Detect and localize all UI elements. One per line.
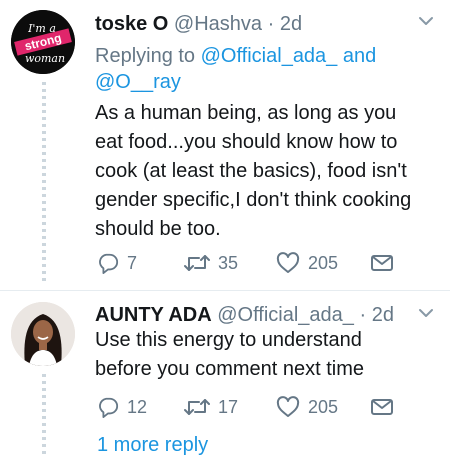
tweet1-text-line: cook (at least the basics), food isn't [95, 160, 407, 182]
envelope-icon [371, 255, 393, 271]
tweet1-text: As a human being, as long as you eat foo… [95, 99, 445, 244]
tweet1-like-button[interactable]: 205 [276, 252, 338, 274]
tweet1-handle[interactable]: @Hashva [174, 13, 262, 35]
tweet1-text-line: gender specific,I don't think cooking [95, 189, 412, 211]
tweet2-text-line: Use this energy to understand [95, 329, 362, 351]
envelope-icon [371, 399, 393, 415]
more-replies-link[interactable]: 1 more reply [97, 434, 208, 457]
tweet1-text-line: should be too. [95, 218, 221, 240]
tweet1-replying-to: Replying to @Official_ada_ and @O__ray [95, 43, 435, 95]
tweet2-menu-button[interactable] [418, 306, 434, 324]
avatar-word-3: woman [25, 52, 65, 65]
avatar-aunty-ada[interactable] [11, 302, 75, 366]
thread-connector [42, 82, 46, 282]
heart-icon [276, 396, 300, 417]
chevron-down-icon [419, 17, 433, 25]
tweet1-display-name[interactable]: toske O [95, 13, 168, 35]
thread-connector-more [42, 374, 46, 454]
replying-to-label: Replying to [95, 45, 196, 67]
tweet2-header: AUNTY ADA @Official_ada_ · 2d [95, 302, 394, 328]
reply-icon [99, 253, 119, 274]
tweet1-reply-button[interactable]: 7 [97, 252, 137, 274]
tweet1-separator: · [267, 13, 275, 35]
tweet2-dm-button[interactable] [371, 398, 393, 416]
tweet2-text: Use this energy to understand before you… [95, 326, 445, 384]
reply-and-label: and [342, 45, 377, 67]
heart-icon [276, 252, 300, 273]
avatar-aunty-ada-image [11, 302, 75, 366]
reply-user-official-ada[interactable]: @Official_ada_ [201, 45, 338, 67]
tweet1-retweet-button[interactable]: 35 [184, 252, 238, 274]
tweet2-retweet-button[interactable]: 17 [184, 396, 238, 418]
tweet2-time[interactable]: 2d [372, 304, 394, 326]
tweet2-like-count: 205 [308, 396, 339, 417]
tweet2-reply-count: 12 [127, 396, 148, 417]
retweet-icon [184, 399, 210, 415]
avatar-toske[interactable]: I'm a strong woman [11, 10, 75, 74]
tweet2-text-line: before you comment next time [95, 358, 365, 380]
tweet2-retweet-count: 17 [218, 396, 239, 417]
tweet2-display-name[interactable]: AUNTY ADA [95, 304, 212, 326]
tweet1-reply-count: 7 [127, 252, 138, 273]
tweet1-text-line: eat food...you should know how to [95, 131, 398, 153]
tweet1-time[interactable]: 2d [280, 13, 302, 35]
retweet-icon [184, 255, 210, 271]
chevron-down-icon [419, 309, 433, 317]
tweet-divider [0, 290, 450, 291]
tweet1-dm-button[interactable] [371, 254, 393, 272]
tweet1-retweet-count: 35 [218, 252, 239, 273]
reply-icon [99, 397, 119, 418]
tweet2-handle[interactable]: @Official_ada_ [217, 304, 354, 326]
avatar-strong-woman-image: I'm a strong woman [11, 10, 75, 74]
tweet2-reply-button[interactable]: 12 [97, 396, 147, 418]
tweet1-like-count: 205 [308, 252, 339, 273]
tweet1-text-line: As a human being, as long as you [95, 102, 397, 124]
tweet2-separator: · [359, 304, 367, 326]
tweet1-header: toske O @Hashva · 2d [95, 11, 302, 37]
tweet1-menu-button[interactable] [418, 14, 434, 32]
tweet2-like-button[interactable]: 205 [276, 396, 338, 418]
reply-user-o-ray[interactable]: @O__ray [95, 71, 181, 93]
